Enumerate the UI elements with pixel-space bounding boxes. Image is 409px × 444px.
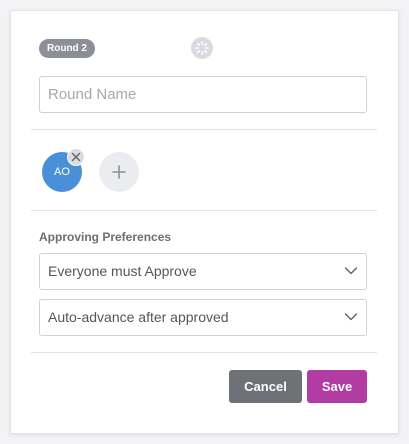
approval-rule-value: Everyone must Approve xyxy=(48,263,197,279)
round-badge: Round 2 xyxy=(39,39,95,58)
advance-rule-select[interactable]: Auto-advance after approved xyxy=(39,299,367,336)
close-icon xyxy=(71,152,81,162)
plus-icon xyxy=(112,165,126,179)
divider xyxy=(31,210,377,211)
remove-approver-button[interactable] xyxy=(67,148,85,166)
divider xyxy=(31,129,377,130)
round-editor-card: Round 2 AO Approving Pre xyxy=(10,10,399,434)
avatar-initials: AO xyxy=(54,166,70,178)
approving-preferences-heading: Approving Preferences xyxy=(39,230,172,244)
advance-rule-value: Auto-advance after approved xyxy=(48,309,229,325)
chevron-down-icon xyxy=(344,267,358,275)
round-name-input[interactable] xyxy=(39,76,367,113)
cancel-button[interactable]: Cancel xyxy=(229,370,302,403)
chevron-down-icon xyxy=(344,313,358,321)
add-approver-button[interactable] xyxy=(99,152,139,192)
save-button[interactable]: Save xyxy=(307,370,367,403)
approval-rule-select[interactable]: Everyone must Approve xyxy=(39,253,367,290)
loading-spinner-icon xyxy=(191,37,213,59)
divider xyxy=(31,352,377,353)
